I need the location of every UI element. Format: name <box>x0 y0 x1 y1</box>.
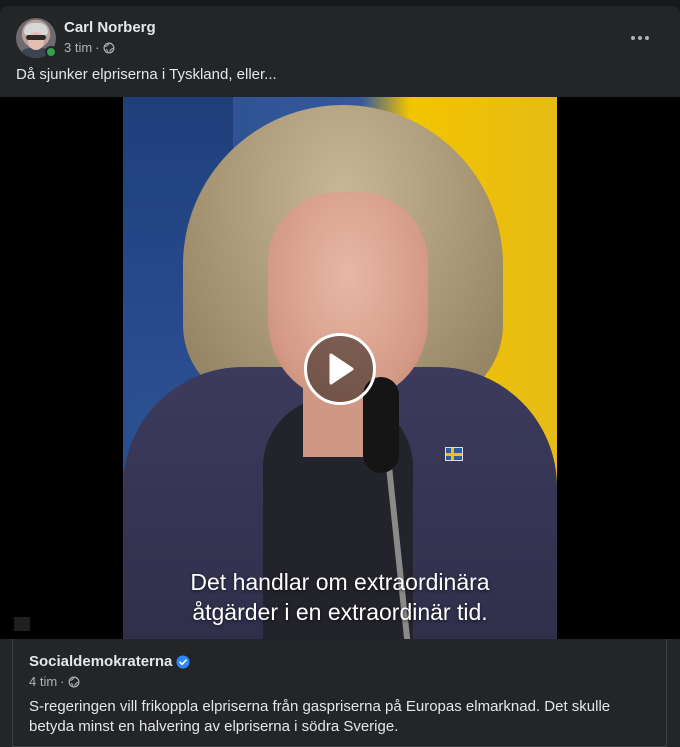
shared-meta: 4 tim · <box>29 674 80 690</box>
video-player[interactable]: Det handlar om extraordinära åtgärder i … <box>0 97 680 639</box>
video-controls <box>0 613 680 639</box>
online-status-indicator <box>45 46 57 58</box>
post-timestamp[interactable]: 3 tim <box>64 40 92 56</box>
shared-meta-separator: · <box>60 674 65 689</box>
more-options-icon-dot <box>645 36 649 40</box>
post-meta: 3 tim · <box>64 40 115 56</box>
video-controls-play-icon <box>14 617 30 631</box>
shared-author[interactable]: Socialdemokraterna <box>29 652 190 672</box>
globe-icon[interactable] <box>103 42 115 54</box>
shared-post-card[interactable]: Socialdemokraterna 4 tim · S-regeringen … <box>12 639 667 747</box>
globe-icon[interactable] <box>68 676 80 688</box>
shared-timestamp[interactable]: 4 tim <box>29 674 57 690</box>
meta-separator: · <box>95 40 100 55</box>
swedish-flag-pin <box>445 447 463 461</box>
shared-post-text: S-regeringen vill frikoppla elpriserna f… <box>29 698 611 735</box>
more-options-icon-dot <box>638 36 642 40</box>
feed-post: Carl Norberg 3 tim · Då sjunker elpriser… <box>0 6 680 747</box>
verified-badge-icon <box>176 655 190 669</box>
more-options-icon <box>631 36 635 40</box>
play-button[interactable] <box>304 333 376 405</box>
post-text: Då sjunker elpriserna i Tyskland, eller.… <box>16 66 277 83</box>
microphone-icon <box>363 377 399 473</box>
shared-author-name[interactable]: Socialdemokraterna <box>29 652 172 672</box>
more-options-button[interactable] <box>622 20 658 56</box>
avatar-glasses <box>26 35 46 40</box>
post-header: Carl Norberg 3 tim · <box>16 18 664 58</box>
author-name[interactable]: Carl Norberg <box>64 18 156 38</box>
caption-line-1: Det handlar om extraordinära <box>190 569 490 595</box>
play-icon <box>329 353 354 385</box>
